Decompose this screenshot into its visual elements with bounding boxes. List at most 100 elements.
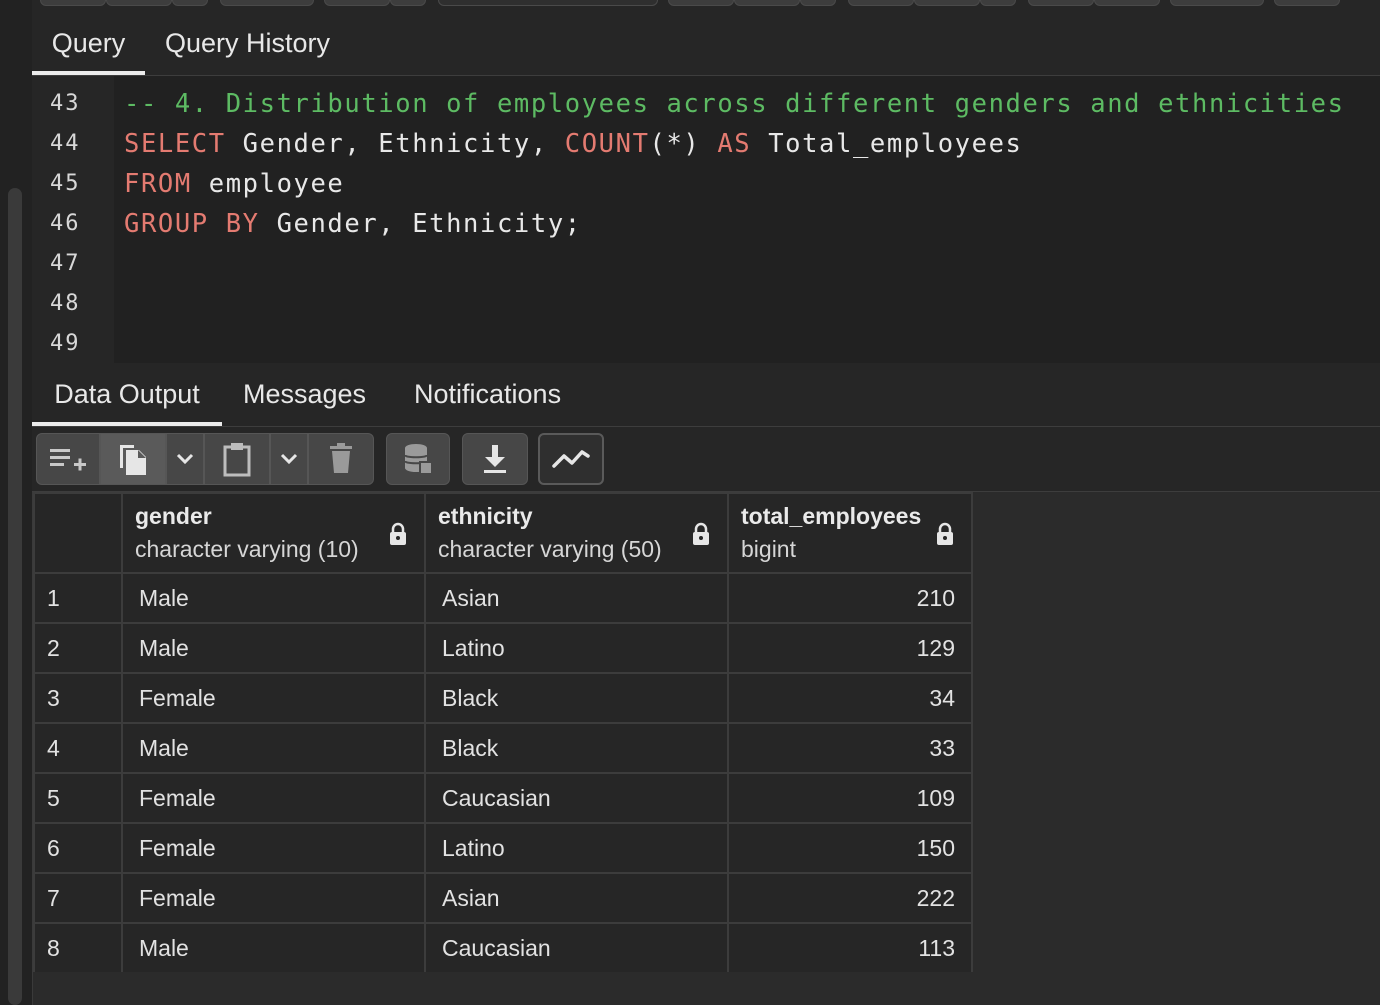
table-row[interactable]: 6 Female Latino 150 bbox=[33, 822, 973, 874]
add-row-icon bbox=[50, 449, 86, 471]
cell-total-employees[interactable]: 113 bbox=[727, 922, 973, 974]
cell-gender[interactable]: Male bbox=[121, 922, 426, 974]
tab-data-output-label: Data Output bbox=[54, 379, 200, 409]
cell-gender[interactable]: Female bbox=[121, 772, 426, 824]
cell-ethnicity[interactable]: Black bbox=[424, 722, 729, 774]
cell-total-employees[interactable]: 34 bbox=[727, 672, 973, 724]
row-number-header[interactable] bbox=[33, 492, 123, 574]
cell-total-employees[interactable]: 210 bbox=[727, 572, 973, 624]
paste-button[interactable] bbox=[204, 433, 270, 485]
tab-messages-label: Messages bbox=[243, 379, 367, 409]
top-button[interactable] bbox=[1170, 0, 1264, 6]
table-row[interactable]: 5 Female Caucasian 109 bbox=[33, 772, 973, 824]
cell-gender[interactable]: Female bbox=[121, 672, 426, 724]
table-row[interactable]: 8 Male Caucasian 113 bbox=[33, 922, 973, 974]
cell-ethnicity[interactable]: Asian bbox=[424, 572, 729, 624]
keyword-count: COUNT bbox=[564, 129, 650, 159]
column-header-total-employees[interactable]: total_employees bigint bbox=[727, 492, 973, 574]
sql-comment: -- 4. Distribution of employees across d… bbox=[124, 89, 1345, 119]
cell-ethnicity[interactable]: Latino bbox=[424, 822, 729, 874]
count-args: (*) bbox=[649, 129, 718, 159]
row-number[interactable]: 4 bbox=[33, 722, 123, 774]
graph-visualiser-button[interactable] bbox=[538, 433, 604, 485]
top-button[interactable] bbox=[172, 0, 208, 6]
table-row[interactable]: 2 Male Latino 129 bbox=[33, 622, 973, 674]
row-number[interactable]: 7 bbox=[33, 872, 123, 924]
top-button[interactable] bbox=[1094, 0, 1160, 6]
paste-options-dropdown[interactable] bbox=[270, 433, 308, 485]
code-line-44: SELECT Gender, Ethnicity, COUNT(*) AS To… bbox=[124, 129, 1023, 159]
copy-button[interactable] bbox=[100, 433, 166, 485]
paste-icon bbox=[223, 443, 251, 477]
row-number[interactable]: 8 bbox=[33, 922, 123, 974]
table-row[interactable]: 1 Male Asian 210 bbox=[33, 572, 973, 624]
cell-total-employees[interactable]: 129 bbox=[727, 622, 973, 674]
cell-total-employees[interactable]: 150 bbox=[727, 822, 973, 874]
column-name: ethnicity bbox=[438, 503, 533, 529]
top-button[interactable] bbox=[800, 0, 836, 6]
line-number: 47 bbox=[50, 251, 81, 276]
lock-icon bbox=[693, 522, 709, 545]
download-icon bbox=[484, 445, 506, 473]
row-number[interactable]: 1 bbox=[33, 572, 123, 624]
cell-ethnicity[interactable]: Caucasian bbox=[424, 922, 729, 974]
top-button[interactable] bbox=[668, 0, 734, 6]
top-button[interactable] bbox=[734, 0, 800, 6]
top-button[interactable] bbox=[1028, 0, 1094, 6]
tab-query-history[interactable]: Query History bbox=[165, 12, 330, 75]
table-row[interactable]: 4 Male Black 33 bbox=[33, 722, 973, 774]
top-button[interactable] bbox=[40, 0, 106, 6]
save-data-button[interactable] bbox=[386, 433, 450, 485]
keyword-group-by: GROUP BY bbox=[124, 209, 260, 239]
top-button[interactable] bbox=[1274, 0, 1340, 6]
tab-messages[interactable]: Messages bbox=[243, 363, 366, 426]
cell-total-employees[interactable]: 33 bbox=[727, 722, 973, 774]
delete-icon bbox=[330, 443, 352, 473]
column-header-gender[interactable]: gender character varying (10) bbox=[121, 492, 426, 574]
row-number[interactable]: 5 bbox=[33, 772, 123, 824]
top-button[interactable] bbox=[220, 0, 314, 6]
sql-editor[interactable]: 43 44 45 46 47 48 49 -- 4. Distribution … bbox=[32, 76, 1380, 363]
add-row-button[interactable] bbox=[36, 433, 100, 485]
tab-query[interactable]: Query bbox=[32, 12, 145, 75]
result-tab-bar: Data Output Messages Notifications bbox=[32, 363, 1380, 427]
cell-ethnicity[interactable]: Caucasian bbox=[424, 772, 729, 824]
table-row[interactable]: 3 Female Black 34 bbox=[33, 672, 973, 724]
code-line-43: -- 4. Distribution of employees across d… bbox=[124, 89, 1345, 119]
row-number[interactable]: 6 bbox=[33, 822, 123, 874]
cell-gender[interactable]: Male bbox=[121, 722, 426, 774]
top-button[interactable] bbox=[848, 0, 914, 6]
line-number: 48 bbox=[50, 291, 81, 316]
save-data-icon bbox=[404, 444, 433, 475]
row-number[interactable]: 2 bbox=[33, 622, 123, 674]
copy-options-dropdown[interactable] bbox=[166, 433, 204, 485]
top-toolbar-strip bbox=[32, 0, 1380, 12]
chevron-down-icon bbox=[176, 453, 194, 465]
top-select[interactable] bbox=[438, 0, 658, 6]
cell-ethnicity[interactable]: Black bbox=[424, 672, 729, 724]
cell-gender[interactable]: Male bbox=[121, 622, 426, 674]
chevron-down-icon bbox=[280, 453, 298, 465]
top-button[interactable] bbox=[106, 0, 172, 6]
group-columns: Gender, Ethnicity; bbox=[259, 209, 582, 239]
left-scrollbar[interactable] bbox=[8, 188, 22, 1005]
column-header-ethnicity[interactable]: ethnicity character varying (50) bbox=[424, 492, 729, 574]
cell-total-employees[interactable]: 109 bbox=[727, 772, 973, 824]
cell-total-employees[interactable]: 222 bbox=[727, 872, 973, 924]
table-row[interactable]: 7 Female Asian 222 bbox=[33, 872, 973, 924]
top-button[interactable] bbox=[390, 0, 426, 6]
top-button[interactable] bbox=[980, 0, 1016, 6]
download-button[interactable] bbox=[462, 433, 528, 485]
delete-button[interactable] bbox=[308, 433, 374, 485]
row-number[interactable]: 3 bbox=[33, 672, 123, 724]
cell-ethnicity[interactable]: Asian bbox=[424, 872, 729, 924]
tab-notifications[interactable]: Notifications bbox=[414, 363, 561, 426]
cell-gender[interactable]: Female bbox=[121, 822, 426, 874]
cell-ethnicity[interactable]: Latino bbox=[424, 622, 729, 674]
cell-gender[interactable]: Female bbox=[121, 872, 426, 924]
top-button[interactable] bbox=[324, 0, 390, 6]
tab-query-history-label: Query History bbox=[165, 28, 331, 58]
cell-gender[interactable]: Male bbox=[121, 572, 426, 624]
top-button[interactable] bbox=[914, 0, 980, 6]
tab-data-output[interactable]: Data Output bbox=[32, 363, 222, 426]
